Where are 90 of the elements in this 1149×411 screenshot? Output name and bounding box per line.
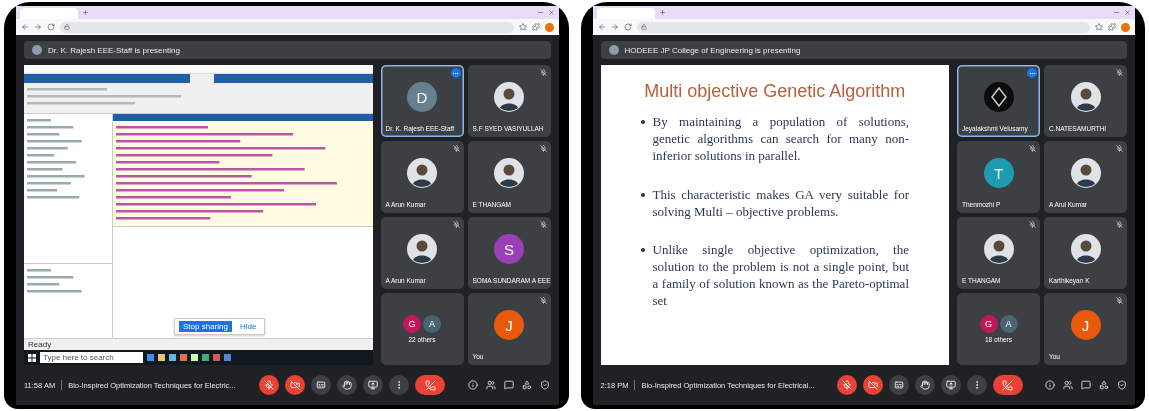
slide-title: Multi objective Genetic Algorithm <box>643 81 907 102</box>
avatar-circle: J <box>1070 310 1101 340</box>
slide-bullet-text: This characteristic makes GA very suitable for solving Multi – objective problems. <box>652 186 909 221</box>
captions-icon <box>893 380 904 390</box>
avatar-circle: A <box>999 315 1018 333</box>
slide-bullet-text: By maintaining a population of solutions, genetic algorithms can search for many non-inferior solutions in parallel. <box>652 114 909 165</box>
person-avatar-icon <box>1070 82 1101 112</box>
bookmark-icon[interactable] <box>1095 23 1103 31</box>
present-button[interactable] <box>363 375 384 395</box>
person-avatar-icon <box>407 158 437 188</box>
person-avatar-icon <box>1070 158 1101 188</box>
slide-bullet-text: Unlike single objective optimization, the solution to the problem is not a single point, but a family of solution known as the Pareto-optimal set <box>652 242 909 310</box>
notice-button[interactable]: Hide <box>235 321 261 332</box>
hand-button[interactable] <box>337 375 358 395</box>
bullet-icon <box>640 120 645 124</box>
banner-text: Dr. K. Rajesh EEE-Staff is presenting <box>48 45 180 55</box>
people-icon[interactable] <box>486 380 497 390</box>
avatar-circle: G <box>979 315 998 333</box>
reload-icon[interactable] <box>623 23 632 31</box>
camera-off-icon <box>290 380 301 390</box>
end-button[interactable] <box>992 375 1023 395</box>
activities-icon[interactable] <box>522 380 533 390</box>
end-button[interactable] <box>415 375 446 395</box>
camera-button[interactable] <box>862 375 883 395</box>
hand-icon <box>919 380 930 390</box>
present-button[interactable] <box>940 375 961 395</box>
taskbar-search-field[interactable]: Type here to search <box>40 352 143 363</box>
new-tab-icon[interactable] <box>82 9 89 16</box>
extensions-icon[interactable] <box>531 23 540 31</box>
captions-button[interactable] <box>888 375 909 395</box>
captions-icon <box>316 380 327 390</box>
close-icon[interactable] <box>547 9 555 16</box>
lock-icon <box>640 24 647 30</box>
hand-icon <box>342 380 353 390</box>
shield-icon[interactable] <box>1117 380 1127 390</box>
shield-icon[interactable] <box>540 380 551 390</box>
presenter-avatar <box>32 45 42 55</box>
back-icon[interactable] <box>21 23 29 31</box>
avatar-circle: D <box>407 82 437 112</box>
avatar-circle: A <box>423 315 441 333</box>
logo-avatar-icon <box>983 82 1014 112</box>
info-icon[interactable] <box>468 380 479 390</box>
bookmark-icon[interactable] <box>518 23 527 31</box>
lock-icon <box>64 24 70 30</box>
mic-button[interactable] <box>259 375 280 395</box>
present-screen-icon <box>945 380 956 390</box>
back-icon[interactable] <box>597 23 606 31</box>
windows-start-icon[interactable] <box>28 353 36 362</box>
captions-button[interactable] <box>311 375 332 395</box>
person-avatar-icon <box>983 234 1014 264</box>
close-icon[interactable] <box>1124 9 1131 16</box>
chat-icon[interactable] <box>504 380 515 390</box>
presenter-avatar <box>608 45 619 55</box>
profile-avatar[interactable] <box>544 22 554 32</box>
hand-button[interactable] <box>914 375 935 395</box>
profile-avatar[interactable] <box>1121 22 1130 32</box>
minimize-icon[interactable] <box>536 9 544 16</box>
info-icon[interactable] <box>1045 380 1055 390</box>
mic-button[interactable] <box>836 375 857 395</box>
more-button[interactable] <box>389 375 410 395</box>
camera-button[interactable] <box>285 375 306 395</box>
present-screen-icon <box>368 380 379 390</box>
person-avatar-icon <box>494 82 524 112</box>
avatar-circle: T <box>983 158 1014 188</box>
extensions-icon[interactable] <box>1108 23 1116 31</box>
camera-off-icon <box>867 380 878 390</box>
bullet-icon <box>640 192 645 197</box>
bullet-icon <box>640 248 645 253</box>
reload-icon[interactable] <box>47 23 55 31</box>
mic-off-icon <box>841 380 852 390</box>
chat-icon[interactable] <box>1081 380 1091 390</box>
avatar-circle: G <box>403 315 421 333</box>
banner-text: HODEEE JP College of Engineering is presenting <box>624 45 801 55</box>
status-text: Ready <box>24 339 373 350</box>
person-avatar-icon <box>494 158 524 188</box>
minimize-icon[interactable] <box>1113 9 1120 16</box>
person-avatar-icon <box>1070 234 1101 264</box>
end-call-icon <box>424 379 436 391</box>
mic-off-icon <box>264 380 275 390</box>
end-call-icon <box>1002 379 1014 391</box>
new-tab-icon[interactable] <box>658 9 666 16</box>
more-button[interactable] <box>966 375 987 395</box>
forward-icon[interactable] <box>610 23 619 31</box>
person-avatar-icon <box>407 234 437 264</box>
forward-icon[interactable] <box>34 23 42 31</box>
activities-icon[interactable] <box>1099 380 1109 390</box>
people-icon[interactable] <box>1063 380 1073 390</box>
notice-button[interactable]: Stop sharing <box>179 321 232 332</box>
avatar-circle: S <box>494 234 524 264</box>
avatar-circle: J <box>494 310 524 340</box>
